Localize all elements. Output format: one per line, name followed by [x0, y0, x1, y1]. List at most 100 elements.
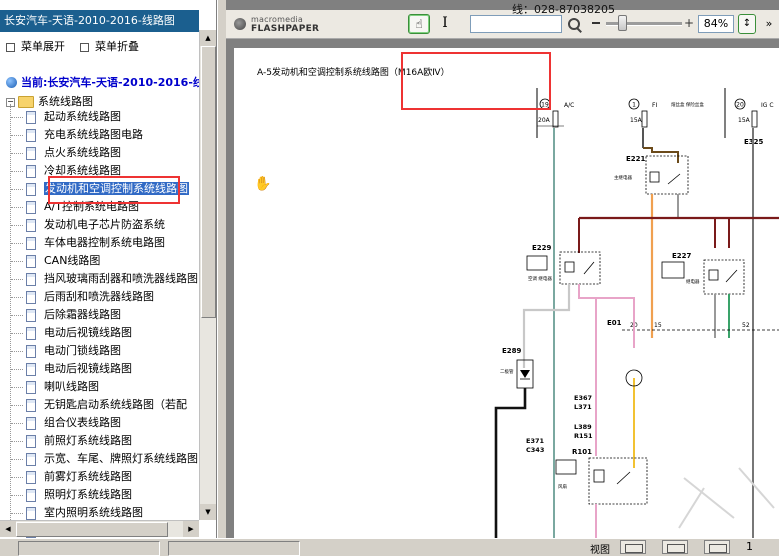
tree-guide-branch — [11, 135, 23, 136]
fuse-a-symbol — [552, 110, 559, 128]
zoom-slider-thumb[interactable] — [618, 15, 627, 31]
document-icon — [26, 218, 36, 232]
view-two-page-button[interactable] — [662, 540, 688, 554]
tree-item[interactable]: 喇叭线路图 — [26, 378, 202, 396]
tree-item[interactable]: 示宽、车尾、牌照灯系统线路图 — [26, 450, 202, 468]
collapse-square-icon — [80, 42, 89, 52]
tree-item[interactable]: CAN线路图 — [26, 252, 202, 270]
wiring-diagram: 19 A/C 20A 1 FI 15A 熔丝盒 保险丝盒 20 IG C 15A… — [494, 88, 779, 538]
fuse-c-number: 20 — [736, 102, 744, 109]
scroll-up-arrow-icon[interactable]: ▲ — [200, 30, 216, 46]
search-input[interactable] — [470, 15, 562, 33]
e221-relay-box — [645, 155, 689, 195]
document-icon — [26, 362, 36, 376]
fuse-c-amp: 15A — [738, 117, 751, 124]
watermark — [678, 467, 775, 529]
r101-icon — [555, 459, 577, 475]
tree-vertical-scrollbar[interactable]: ▲ ▼ — [199, 30, 216, 520]
tree-item-label: 挡风玻璃雨刮器和喷洗器线路图 — [44, 272, 198, 285]
wire-pink-right — [596, 297, 635, 318]
tree-guide-branch — [11, 189, 23, 190]
tree-item[interactable]: 电动后视镜线路图 — [26, 360, 202, 378]
tree-item-label: A/T控制系统电路图 — [44, 200, 139, 213]
scroll-down-arrow-icon[interactable]: ▼ — [200, 504, 216, 520]
tree-item-label: 电动后视镜线路图 — [44, 362, 132, 375]
search-icon-handle — [576, 27, 582, 33]
document-icon — [26, 434, 36, 448]
e227-relay-box — [703, 259, 745, 295]
zoom-out-icon[interactable] — [592, 22, 600, 24]
tree-item-label: 示宽、车尾、牌照灯系统线路图 — [44, 452, 198, 465]
tree-item[interactable]: 无钥匙启动系统线路图（若配 — [26, 396, 202, 414]
e227-coil — [708, 269, 719, 281]
tree-item[interactable]: 充电系统线路图电路 — [26, 126, 202, 144]
view-continuous-button[interactable] — [704, 540, 730, 554]
tree-item[interactable]: 点火系统线路图 — [26, 144, 202, 162]
tree-item[interactable]: 后除霜器线路图 — [26, 306, 202, 324]
tree-horizontal-scrollbar[interactable]: ◀ ▶ — [0, 520, 199, 537]
document-icon — [26, 290, 36, 304]
tree-item[interactable]: 后雨刮和喷洗器线路图 — [26, 288, 202, 306]
e229-relay-box — [559, 251, 601, 285]
document-icon — [26, 200, 36, 214]
macromedia-logo-icon — [234, 18, 246, 30]
scroll-thumb[interactable] — [201, 46, 216, 318]
scroll-right-arrow-icon[interactable]: ▶ — [183, 521, 199, 537]
scroll-thumb-horizontal[interactable] — [16, 522, 168, 537]
scroll-left-arrow-icon[interactable]: ◀ — [0, 521, 16, 537]
search-button[interactable] — [566, 16, 584, 34]
e367-label: E367 — [574, 394, 592, 402]
more-options-button[interactable]: » — [760, 14, 778, 34]
tree-item-label: 前照灯系统线路图 — [44, 434, 132, 447]
tree-item[interactable]: 前照灯系统线路图 — [26, 432, 202, 450]
tree-item[interactable]: 前雾灯系统线路图 — [26, 468, 202, 486]
tree-root-folder[interactable]: − 系统线路图 — [6, 93, 93, 109]
tree-guide-branch — [11, 117, 23, 118]
document-icon — [26, 164, 36, 178]
document-icon — [26, 470, 36, 484]
collapse-all-link[interactable]: 菜单折叠 — [80, 38, 139, 54]
document-page[interactable]: 19 A/C 20A 1 FI 15A 熔丝盒 保险丝盒 20 IG C 15A… — [234, 48, 779, 538]
tree-item[interactable]: 照明灯系统线路图 — [26, 486, 202, 504]
tree-item-label: 后雨刮和喷洗器线路图 — [44, 290, 154, 303]
hand-tool-button[interactable]: ☝ — [408, 14, 430, 34]
current-document-label: 当前:长安汽车-天语-2010-2016-线路 — [21, 76, 215, 89]
tree-item[interactable]: 冷却系统线路图 — [26, 162, 202, 180]
view-single-page-button[interactable] — [620, 540, 646, 554]
current-document-link[interactable]: 当前:长安汽车-天语-2010-2016-线路 — [6, 74, 215, 90]
tree-guide-branch — [11, 315, 23, 316]
document-icon — [26, 506, 36, 520]
expand-all-link[interactable]: 菜单展开 — [6, 38, 65, 54]
zoom-in-icon[interactable]: + — [684, 16, 694, 30]
fit-page-button[interactable]: ↕ — [738, 14, 756, 34]
tree-item[interactable]: 电动门锁线路图 — [26, 342, 202, 360]
more-icon: » — [765, 17, 773, 30]
tree-item[interactable]: A/T控制系统电路图 — [26, 198, 202, 216]
tree-item[interactable]: 起动系统线路图 — [26, 108, 202, 126]
ecm-pin-15: 15 — [654, 322, 662, 329]
document-icon — [26, 380, 36, 394]
tree-guide-branch — [11, 423, 23, 424]
document-icon — [26, 398, 36, 412]
tree-item[interactable]: 电动后视镜线路图 — [26, 324, 202, 342]
tree-item[interactable]: 组合仪表线路图 — [26, 414, 202, 432]
r101-motor-box — [588, 457, 648, 505]
panel-splitter[interactable] — [217, 0, 226, 538]
tree-guide-branch — [11, 225, 23, 226]
fuse-a-name: A/C — [564, 102, 574, 109]
tree-item[interactable]: 发动机和空调控制系统线路图 — [26, 180, 202, 198]
tree-item[interactable]: 车体电器控制系统电路图 — [26, 234, 202, 252]
text-select-tool-button[interactable]: I — [434, 14, 456, 34]
watermark-stroke — [678, 467, 775, 529]
e221-coil — [649, 171, 660, 183]
tree-item[interactable]: 发动机电子芯片防盗系统 — [26, 216, 202, 234]
page-number: 1 — [746, 540, 753, 553]
e229-coil — [564, 261, 575, 273]
tree-item[interactable]: 挡风玻璃雨刮器和喷洗器线路图 — [26, 270, 202, 288]
zoom-level-field[interactable]: 84% — [698, 15, 734, 33]
l389-label: L389 — [574, 423, 592, 431]
document-icon — [26, 488, 36, 502]
hand-icon: ☝ — [415, 17, 423, 31]
tree-item-label: 前雾灯系统线路图 — [44, 470, 132, 483]
e227-label: E227 — [672, 252, 692, 260]
